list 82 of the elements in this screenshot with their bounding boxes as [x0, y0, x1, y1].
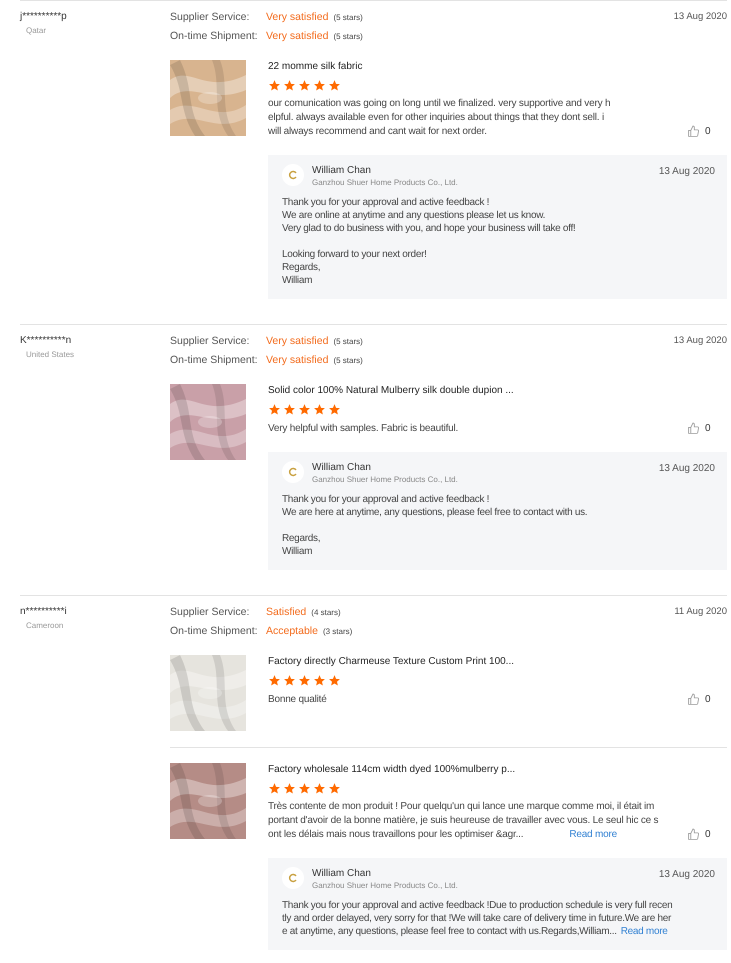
buyer-country: United States	[26, 349, 76, 360]
buyer-name: K**********n	[20, 334, 72, 347]
like-count: 0	[705, 125, 711, 139]
star-icon	[298, 782, 311, 795]
reply-text: Regards, William	[282, 532, 322, 558]
review-date: 11 Aug 2020	[674, 605, 727, 619]
rating-label: Supplier Service:	[170, 334, 250, 348]
buyer-country: Qatar	[26, 25, 48, 36]
supplier-avatar-icon	[282, 461, 304, 483]
reply-date: 13 Aug 2020	[658, 165, 715, 179]
like-count: 0	[705, 422, 711, 436]
star-icon	[298, 674, 311, 687]
company-name: Ganzhou Shuer Home Products Co., Ltd.	[312, 880, 458, 891]
star-icon	[283, 79, 296, 92]
supplier-avatar-icon	[282, 867, 304, 889]
star-icon	[283, 782, 296, 795]
product-title[interactable]: 22 momme silk fabric	[268, 60, 727, 73]
review-text: Très contente de mon produit ! Pour quelqu'un qui lance une marque comme moi, il était im portant d'avoir de la bonne matière, je suis heureuse de travailler avec vous. Le seul hic ce s ont les délais mais nous travaillons pour les optimiser &agr... Read more	[268, 800, 658, 842]
reply-text: Looking forward to your next order! Regards, William	[282, 248, 428, 287]
reply-text: Thank you for your approval and active feedback !Due to production schedule is very full recen tly and order delayed, very sorry for that !We will take care of delivery time in future.We are her e at anytime, any questions, please feel free to contact with us.Regards,William... Read more	[282, 899, 674, 938]
buyer-name: n**********i	[20, 605, 68, 618]
star-icon	[283, 403, 296, 416]
star-icon	[268, 79, 281, 92]
star-icon	[328, 782, 341, 795]
rating-value: Very satisfied	[266, 334, 328, 348]
rating-label: Supplier Service:	[170, 10, 250, 24]
star-icon	[268, 782, 281, 795]
replier-name: William Chan	[312, 164, 372, 177]
like-count: 0	[705, 693, 711, 707]
read-more-link[interactable]: Read more	[620, 926, 668, 937]
thumbs-up-icon[interactable]	[687, 125, 700, 138]
rating-label: On-time Shipment:	[170, 353, 259, 367]
reply-date: 13 Aug 2020	[658, 462, 715, 476]
read-more-link[interactable]: Read more	[569, 829, 617, 840]
star-icon	[313, 79, 326, 92]
star-icon	[298, 403, 311, 416]
product-title[interactable]: Solid color 100% Natural Mulberry silk double dupion ...	[268, 384, 727, 397]
buyer-name: j**********p	[20, 10, 68, 23]
star-icon	[268, 403, 281, 416]
review-text: Very helpful with samples. Fabric is beautiful.	[268, 422, 458, 436]
rating-stars-text: (3 stars)	[322, 626, 352, 638]
thumbs-up-icon[interactable]	[687, 693, 700, 706]
star-icon	[298, 79, 311, 92]
product-title[interactable]: Factory wholesale 114cm width dyed 100%mulberry p...	[268, 763, 727, 776]
review-date: 13 Aug 2020	[674, 334, 727, 348]
product-title[interactable]: Factory directly Charmeuse Texture Custom Print 100...	[268, 655, 727, 668]
star-icon	[313, 782, 326, 795]
review-text: Bonne qualité	[268, 693, 327, 707]
review-date: 13 Aug 2020	[674, 10, 727, 24]
buyer-country: Cameroon	[26, 620, 64, 631]
company-name: Ganzhou Shuer Home Products Co., Ltd.	[312, 177, 458, 188]
star-icon	[268, 674, 281, 687]
company-name: Ganzhou Shuer Home Products Co., Ltd.	[312, 474, 458, 485]
review-text: our comunication was going on long until we finalized. very supportive and very h elpful. always available even for other inquiries about things that they dont sell. i will always recommend and cant wait for next order.	[268, 97, 610, 139]
rating-value: Very satisfied	[266, 10, 328, 24]
rating-value: Very satisfied	[266, 29, 328, 43]
replier-name: William Chan	[312, 461, 372, 474]
replier-name: William Chan	[312, 867, 372, 880]
star-icon	[283, 674, 296, 687]
rating-stars-text: (5 stars)	[333, 336, 363, 348]
like-count: 0	[705, 828, 711, 842]
reply-date: 13 Aug 2020	[658, 868, 715, 882]
rating-label: Supplier Service:	[170, 605, 250, 619]
rating-label: On-time Shipment:	[170, 624, 259, 638]
star-icon	[328, 403, 341, 416]
rating-stars-text: (5 stars)	[333, 355, 363, 367]
rating-stars-text: (4 stars)	[311, 607, 341, 619]
star-icon	[313, 674, 326, 687]
star-icon	[313, 403, 326, 416]
rating-value: Satisfied	[266, 605, 306, 619]
rating-stars-text: (5 stars)	[333, 12, 363, 24]
rating-stars-text: (5 stars)	[333, 31, 363, 43]
star-icon	[328, 79, 341, 92]
rating-value: Very satisfied	[266, 353, 328, 367]
rating-value: Acceptable	[266, 624, 318, 638]
thumbs-up-icon[interactable]	[687, 422, 700, 435]
rating-label: On-time Shipment:	[170, 29, 259, 43]
reply-text: Thank you for your approval and active feedback ! We are online at anytime and any questions please let us know. Very glad to do business with you, and hope your business will take off!	[282, 196, 576, 235]
thumbs-up-icon[interactable]	[687, 828, 700, 841]
reply-text: Thank you for your approval and active feedback ! We are here at anytime, any questions, please feel free to contact with us.	[282, 493, 588, 519]
supplier-avatar-icon	[282, 164, 304, 186]
star-icon	[328, 674, 341, 687]
